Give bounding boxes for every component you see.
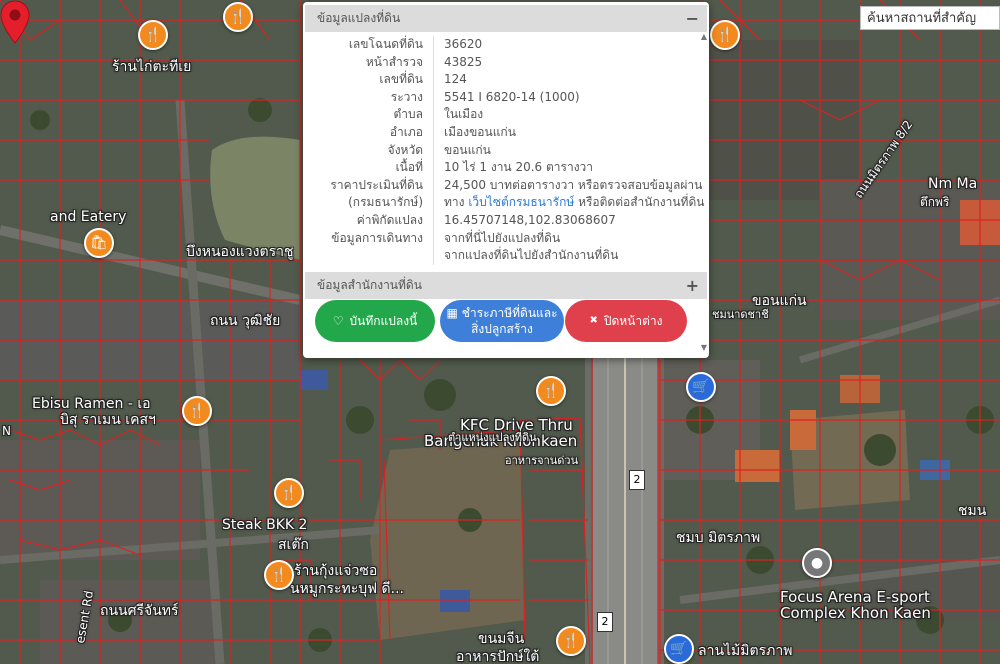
info-key: จังหวัด	[305, 141, 434, 160]
info-row-directions: ข้อมูลการเดินทาง จากที่นี่ไปยังแปลงที่ดิน	[305, 229, 707, 248]
info-value: 36620	[444, 37, 483, 51]
info-value-text: หรือติดต่อสำนักงานที่ดิน	[574, 195, 705, 210]
info-row-appraisal-price: ราคาประเมินที่ดิน 24,500 บาทต่อตารางวา หร…	[305, 176, 707, 195]
info-value: เมืองขอนแก่น	[444, 124, 516, 139]
info-key: ข้อมูลการเดินทาง	[305, 229, 434, 248]
map-label-restaurant-1: ร้านไก่ตะทีเย	[112, 59, 192, 75]
highway-shield: 2	[629, 470, 645, 490]
info-value: 43825	[444, 54, 483, 69]
info-key: หน้าสำรวจ	[305, 53, 434, 72]
restaurant-pin-icon[interactable]: 🍴	[223, 2, 253, 32]
info-value: 5541 I 6820-14 (1000)	[444, 89, 580, 104]
heart-icon: ♡	[332, 314, 344, 328]
restaurant-pin-icon[interactable]: 🍴	[556, 626, 586, 656]
scroll-up-icon[interactable]: ▲	[701, 32, 707, 41]
map-label-ebisu-th: บิสุ ราเมน เคสฯ	[60, 412, 156, 428]
info-value: 24,500 บาทต่อตารางวา หรือตรวจสอบข้อมูลผ่…	[444, 177, 703, 192]
landmark-search-input[interactable]	[860, 6, 1000, 30]
info-value: ในเมือง	[444, 107, 484, 122]
map-label-chomn: ชมน	[958, 503, 987, 519]
land-parcel-popup: ข้อมูลแปลงที่ดิน − เลขโฉนดที่ดิน 36620 หน…	[303, 2, 709, 358]
info-key: ระวาง	[305, 88, 434, 107]
info-key: (กรมธนารักษ์)	[305, 194, 434, 212]
office-info-section-title: ข้อมูลสำนักงานที่ดิน	[317, 278, 422, 292]
coordinates-link[interactable]: 16.45707148,102.83068607	[434, 212, 616, 230]
restaurant-pin-icon[interactable]: 🍴	[264, 560, 294, 590]
info-row-directions-office: จากแปลงที่ดินไปยังสำนักงานที่ดิน	[305, 247, 707, 265]
restaurant-pin-icon[interactable]: 🍴	[182, 396, 212, 426]
map-label-soi-mittraphap: ชมบ มิตรภาพ	[676, 530, 761, 546]
land-info-section-header[interactable]: ข้อมูลแปลงที่ดิน −	[305, 5, 707, 32]
info-value-text: ทาง	[444, 195, 469, 210]
close-window-button[interactable]: ✖ ปิดหน้าต่าง	[565, 300, 687, 342]
map-label-eatery: and Eatery	[50, 209, 127, 225]
restaurant-pin-icon[interactable]: 🍴	[536, 376, 566, 406]
info-row-province: จังหวัด ขอนแก่น	[305, 141, 707, 160]
map-label-southern-food: อาหารปักษ์ใต้	[456, 649, 540, 664]
calculator-icon: ▦	[446, 306, 458, 320]
info-row-survey-page: หน้าสำรวจ 43825	[305, 53, 707, 72]
info-row-land-number: เลขที่ดิน 124	[305, 71, 707, 89]
treasury-website-link[interactable]: เว็บไซต์กรมธนารักษ์	[468, 195, 574, 209]
office-info-section-header[interactable]: ข้อมูลสำนักงานที่ดิน +	[305, 272, 707, 299]
save-parcel-button[interactable]: ♡ บันทึกแปลงนี้	[315, 300, 435, 342]
info-row-coordinates: ค่าพิกัดแปลง 16.45707148,102.83068607	[305, 211, 707, 230]
info-key: เลขที่ดิน	[305, 71, 434, 89]
parcel-location-marker-icon[interactable]	[0, 0, 30, 44]
pay-land-tax-button[interactable]: ▦ ชำระภาษีที่ดินและ สิ่งปลูกสร้าง	[440, 300, 564, 342]
info-value: ทาง เว็บไซต์กรมธนารักษ์ หรือติดต่อสำนักง…	[434, 194, 704, 212]
map-label-steak: Steak BKK 2	[222, 517, 308, 533]
highway-shield: 2	[597, 612, 613, 632]
store-pin-icon[interactable]: 🛒	[686, 372, 716, 402]
close-window-label: ปิดหน้าต่าง	[603, 314, 663, 328]
map-label-mittraphap-wood: ลานไม้มิตรภาพ	[698, 643, 793, 659]
info-row-map-sheet: ระวาง 5541 I 6820-14 (1000)	[305, 88, 707, 107]
scroll-down-icon[interactable]: ▼	[701, 343, 707, 352]
shop-pin-icon[interactable]: 🛍	[84, 228, 114, 258]
map-label-road-wuttichai: ถนน วุฒิชัย	[210, 313, 281, 329]
info-key: เลขโฉนดที่ดิน	[305, 36, 434, 54]
map-label-road-srichan: ถนนศรีจันทร์	[100, 603, 179, 619]
map-label-khonkaen: ขอนแก่น	[752, 293, 807, 309]
info-key: อำเภอ	[305, 123, 434, 142]
map-label-steak-th: สเต๊ก	[278, 537, 309, 553]
info-key: ราคาประเมินที่ดิน	[305, 176, 434, 195]
map-label-focus-arena-2: Complex Khon Kaen	[780, 604, 931, 622]
restaurant-pin-icon[interactable]: 🍴	[138, 20, 168, 50]
map-label-nm-ma: Nm Ma	[928, 176, 978, 192]
panel-scrollbar[interactable]: ▲ ▼	[697, 32, 707, 352]
directions-to-office-link[interactable]: จากแปลงที่ดินไปยังสำนักงานที่ดิน	[434, 247, 618, 265]
info-row-area: เนื้อที่ 10 ไร่ 1 งาน 20.6 ตารางวา	[305, 159, 707, 177]
map-label-lake: บึงหนองแวงตราชู	[186, 244, 294, 260]
info-key: ตำบล	[305, 106, 434, 124]
action-buttons: ♡ บันทึกแปลงนี้ ▦ ชำระภาษีที่ดินและ สิ่งป…	[303, 300, 709, 346]
venue-pin-icon[interactable]: ●	[802, 548, 832, 578]
save-parcel-label: บันทึกแปลงนี้	[349, 314, 418, 328]
info-key: เนื้อที่	[305, 159, 434, 177]
map-label-n: N	[2, 424, 11, 438]
info-value: ขอนแก่น	[444, 142, 491, 157]
info-value: 124	[444, 72, 467, 87]
map-label-tuek: ตึกพริ	[920, 195, 950, 209]
info-key: ค่าพิกัดแปลง	[305, 211, 434, 230]
restaurant-pin-icon[interactable]: 🍴	[274, 478, 304, 508]
info-row-subdistrict: ตำบล ในเมือง	[305, 106, 707, 124]
store-pin-icon[interactable]: 🛒	[664, 634, 694, 664]
land-info-section-title: ข้อมูลแปลงที่ดิน	[317, 11, 401, 25]
info-row-district: อำเภอ เมืองขอนแก่น	[305, 123, 707, 142]
directions-to-parcel-link[interactable]: จากที่นี่ไปยังแปลงที่ดิน	[434, 230, 560, 248]
pay-tax-label-2: สิ่งปลูกสร้าง	[471, 322, 533, 336]
pay-tax-label-1: ชำระภาษีที่ดินและ	[461, 306, 558, 320]
info-row-deed-number: เลขโฉนดที่ดิน 36620	[305, 36, 707, 54]
info-row-treasury: (กรมธนารักษ์) ทาง เว็บไซต์กรมธนารักษ์ หรื…	[305, 194, 707, 212]
close-icon: ✖	[589, 315, 598, 326]
info-value: 10 ไร่ 1 งาน 20.6 ตารางวา	[444, 160, 594, 175]
land-info-table: เลขโฉนดที่ดิน 36620 หน้าสำรวจ 43825 เลขที่…	[305, 32, 707, 268]
restaurant-pin-icon[interactable]: 🍴	[710, 20, 740, 50]
collapse-icon[interactable]: −	[686, 5, 699, 32]
map-label-moo-kratha: นหมูกระทะบุฟ ดี...	[290, 581, 404, 597]
map-label-fastfood: อาหารจานด่วน	[505, 454, 579, 467]
info-key	[305, 247, 434, 265]
map-label-parcel-position: ตำแหน่งแปลงที่ดิน	[448, 431, 537, 444]
